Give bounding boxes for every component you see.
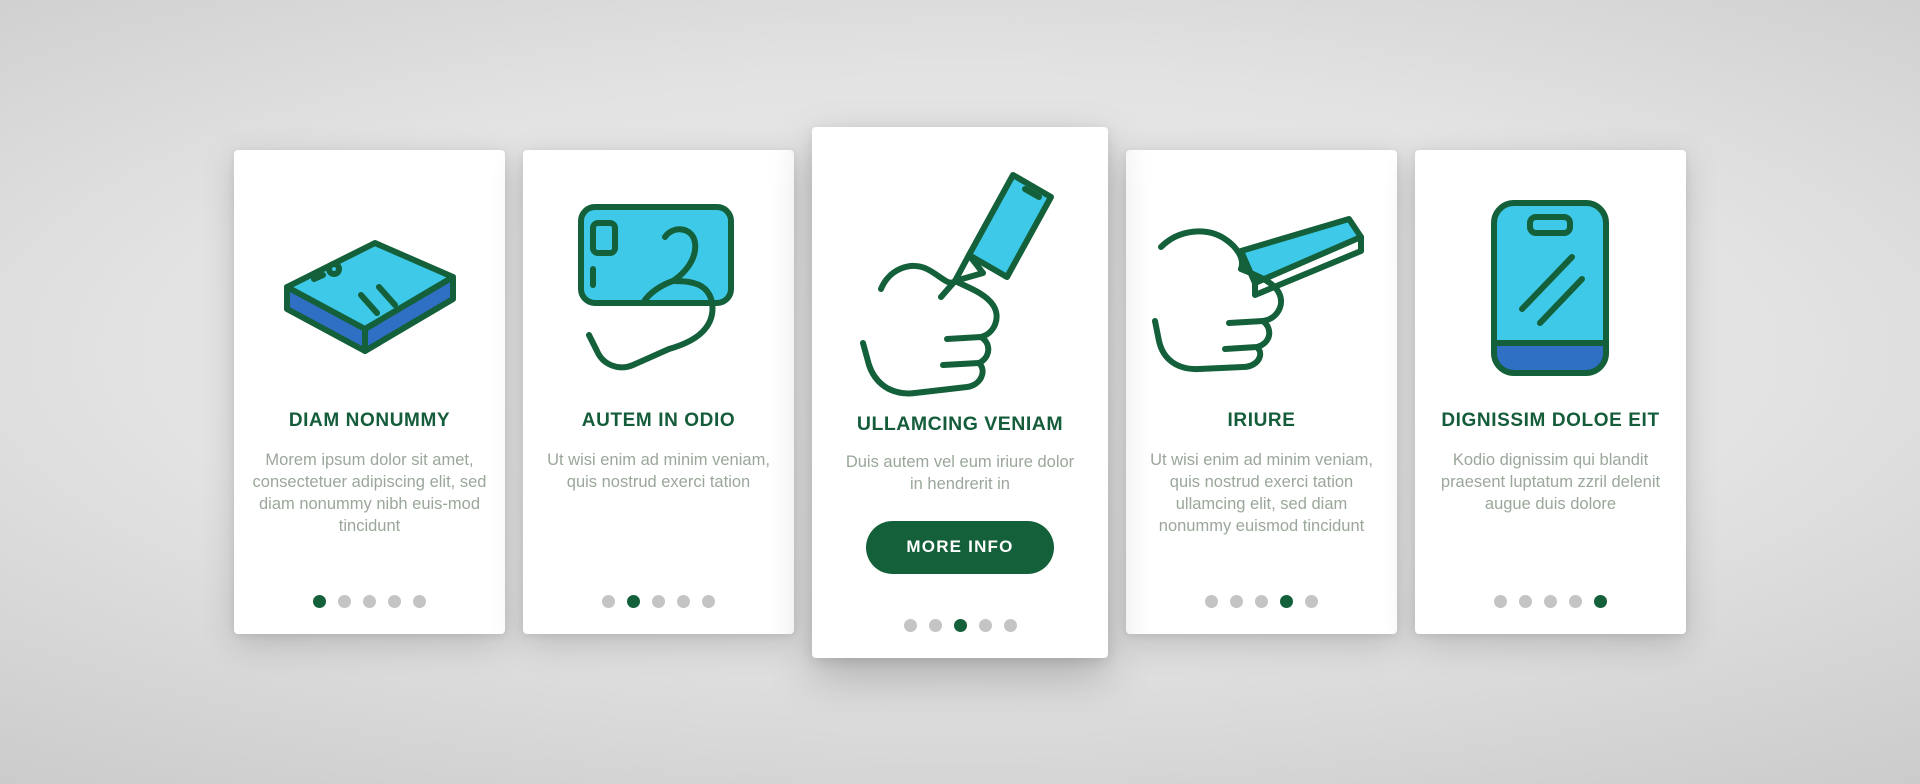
card-body-text: Morem ipsum dolor sit amet, consectetuer… xyxy=(252,450,487,535)
pagination-dot-1[interactable] xyxy=(903,618,917,632)
pagination-dot-3[interactable] xyxy=(363,595,376,608)
pagination-dot-5[interactable] xyxy=(1305,595,1318,608)
hand-holding-phone-upright-icon xyxy=(832,157,1088,407)
pagination-dots xyxy=(234,595,505,608)
card-title: DIAM NONUMMY xyxy=(288,410,451,431)
more-info-button[interactable]: MORE INFO xyxy=(866,520,1054,574)
phone-lying-flat-icon xyxy=(252,174,487,404)
onboarding-card-5[interactable]: DIGNISSIM DOLOE EIT Kodio dignissim qui b… xyxy=(1415,150,1686,634)
card-title: IRIURE xyxy=(1227,410,1296,431)
onboarding-card-1[interactable]: DIAM NONUMMY Morem ipsum dolor sit amet, … xyxy=(234,150,505,634)
pagination-dot-4[interactable] xyxy=(388,595,401,608)
pagination-dot-4[interactable] xyxy=(978,618,992,632)
hand-passing-phone-icon xyxy=(1144,174,1379,404)
pagination-dot-5[interactable] xyxy=(413,595,426,608)
pagination-dot-2[interactable] xyxy=(928,618,942,632)
pagination-dot-5[interactable] xyxy=(702,595,715,608)
onboarding-card-3[interactable]: ULLAMCING VENIAM Duis autem vel eum iriur… xyxy=(812,126,1108,658)
pagination-dot-1[interactable] xyxy=(602,595,615,608)
pagination-dot-1[interactable] xyxy=(1205,595,1218,608)
pagination-dot-3[interactable] xyxy=(652,595,665,608)
onboarding-card-4[interactable]: IRIURE Ut wisi enim ad minim veniam, quis… xyxy=(1126,150,1397,634)
pagination-dot-1[interactable] xyxy=(1494,595,1507,608)
hand-holding-phone-landscape-icon xyxy=(541,174,776,404)
pagination-dot-4[interactable] xyxy=(1569,595,1582,608)
phone-front-view-icon xyxy=(1433,174,1668,404)
onboarding-card-deck: DIAM NONUMMY Morem ipsum dolor sit amet, … xyxy=(0,0,1920,784)
card-body-text: Duis autem vel eum iriure dolor in hendr… xyxy=(845,452,1075,493)
pagination-dots xyxy=(523,595,794,608)
card-body-text: Kodio dignissim qui blandit praesent lup… xyxy=(1440,450,1661,513)
pagination-dot-4[interactable] xyxy=(1280,595,1293,608)
card-body-text: Ut wisi enim ad minim veniam, quis nostr… xyxy=(547,450,770,491)
card-body-text: Ut wisi enim ad minim veniam, quis nostr… xyxy=(1150,450,1373,535)
pagination-dot-5[interactable] xyxy=(1594,595,1607,608)
pagination-dots xyxy=(1126,595,1397,608)
pagination-dot-2[interactable] xyxy=(1230,595,1243,608)
pagination-dot-1[interactable] xyxy=(313,595,326,608)
pagination-dot-5[interactable] xyxy=(1003,618,1017,632)
pagination-dot-2[interactable] xyxy=(627,595,640,608)
pagination-dot-3[interactable] xyxy=(1544,595,1557,608)
pagination-dot-4[interactable] xyxy=(677,595,690,608)
card-title: AUTEM IN ODIO xyxy=(581,410,736,431)
card-title: ULLAMCING VENIAM xyxy=(856,412,1064,435)
card-title: DIGNISSIM DOLOE EIT xyxy=(1441,410,1660,431)
pagination-dots xyxy=(812,618,1108,632)
pagination-dot-2[interactable] xyxy=(338,595,351,608)
pagination-dot-3[interactable] xyxy=(1255,595,1268,608)
onboarding-card-2[interactable]: AUTEM IN ODIO Ut wisi enim ad minim venia… xyxy=(523,150,794,634)
pagination-dots xyxy=(1415,595,1686,608)
pagination-dot-2[interactable] xyxy=(1519,595,1532,608)
pagination-dot-3[interactable] xyxy=(953,618,967,632)
